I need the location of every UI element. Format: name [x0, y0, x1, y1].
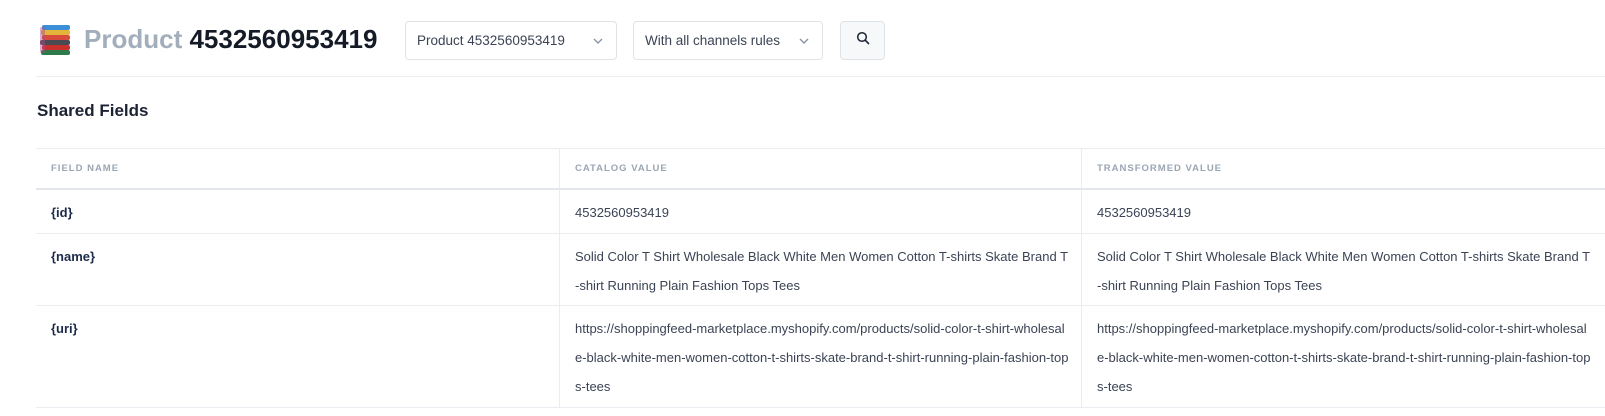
transformed-value-cell: Solid Color T Shirt Wholesale Black Whit…	[1081, 234, 1605, 305]
shared-fields-table: FIELD NAME CATALOG VALUE TRANSFORMED VAL…	[36, 148, 1605, 408]
title-product-id: 4532560953419	[189, 24, 378, 54]
product-select-value: Product 4532560953419	[417, 33, 565, 48]
transformed-value-cell: https://shoppingfeed-marketplace.myshopi…	[1081, 306, 1605, 407]
section-title: Shared Fields	[37, 101, 149, 120]
column-header-catalog-value: CATALOG VALUE	[559, 149, 1081, 188]
column-header-transformed-value: TRANSFORMED VALUE	[1081, 149, 1605, 188]
page-header: Product 4532560953419 Product 4532560953…	[0, 0, 1605, 77]
field-name-cell: {uri}	[51, 321, 78, 336]
channel-rules-select-value: With all channels rules	[645, 33, 781, 48]
catalog-value-cell: 4532560953419	[559, 190, 1081, 233]
table-header-row: FIELD NAME CATALOG VALUE TRANSFORMED VAL…	[36, 149, 1605, 190]
chevron-down-icon	[592, 35, 604, 47]
chevron-down-icon	[798, 35, 810, 47]
transformed-value-cell: 4532560953419	[1081, 190, 1605, 233]
search-button[interactable]	[840, 21, 885, 60]
table-row: {id} 4532560953419 4532560953419	[36, 190, 1605, 234]
table-row: {uri} https://shoppingfeed-marketplace.m…	[36, 306, 1605, 408]
column-header-field-name: FIELD NAME	[51, 163, 120, 174]
stacked-tshirts-icon	[38, 22, 74, 58]
catalog-value-cell: https://shoppingfeed-marketplace.myshopi…	[559, 306, 1081, 407]
product-select[interactable]: Product 4532560953419	[405, 21, 617, 60]
table-row: {name} Solid Color T Shirt Wholesale Bla…	[36, 234, 1605, 306]
catalog-value-cell: Solid Color T Shirt Wholesale Black Whit…	[559, 234, 1081, 305]
field-name-cell: {id}	[51, 205, 73, 220]
channel-rules-select[interactable]: With all channels rules	[633, 21, 823, 60]
field-name-cell: {name}	[51, 249, 96, 264]
header-divider	[36, 76, 1605, 77]
page-title: Product 4532560953419	[84, 21, 377, 57]
search-icon	[856, 31, 870, 50]
title-prefix: Product	[84, 24, 183, 54]
